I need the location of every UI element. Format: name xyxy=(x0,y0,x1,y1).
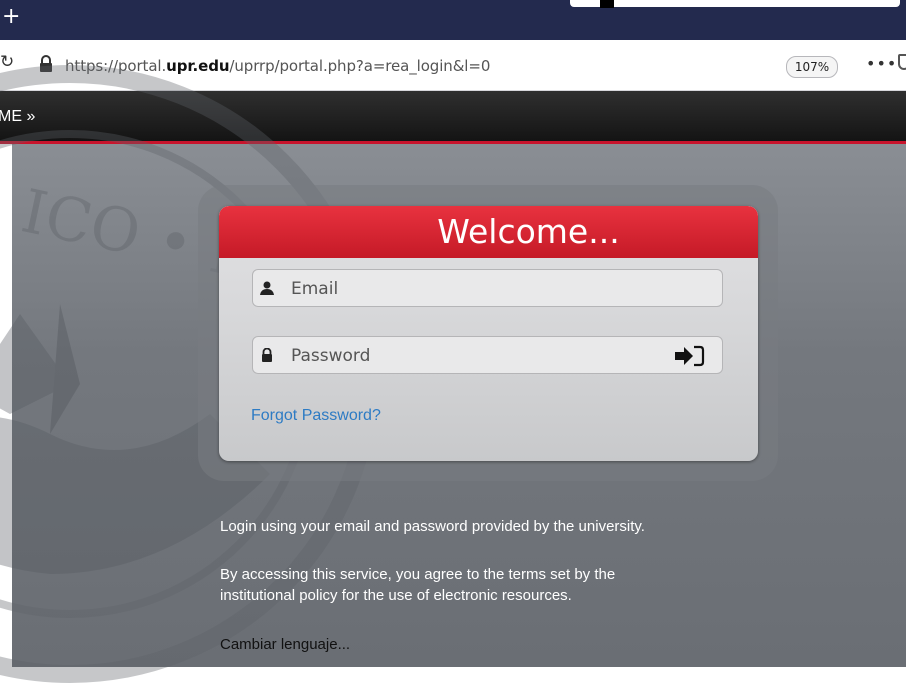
lock-icon xyxy=(262,348,272,362)
zoom-level-button[interactable]: 107% xyxy=(786,56,838,78)
sign-in-icon[interactable] xyxy=(674,345,706,367)
email-field[interactable]: Email xyxy=(252,269,723,307)
terms-notice: By accessing this service, you agree to … xyxy=(220,566,616,604)
tab-fragment xyxy=(600,0,614,8)
login-card: Welcome... Email Password Forgot Passwor… xyxy=(219,206,758,461)
page-actions-menu-icon[interactable]: ••• xyxy=(866,54,897,73)
active-tab-edge xyxy=(570,0,900,7)
login-card-header: Welcome... xyxy=(219,206,758,258)
browser-tab-strip: + xyxy=(0,0,906,40)
user-icon xyxy=(260,281,274,295)
password-placeholder: Password xyxy=(291,346,371,366)
forgot-password-link[interactable]: Forgot Password? xyxy=(251,407,381,425)
url-path: /uprrp/portal.php?a=rea_login&l=0 xyxy=(229,57,491,75)
pocket-icon[interactable] xyxy=(898,54,906,70)
welcome-title: Welcome... xyxy=(437,212,620,251)
change-language-link[interactable]: Cambiar lenguaje... xyxy=(220,636,350,653)
login-instructions: Login using your email and password prov… xyxy=(220,518,645,535)
password-field[interactable]: Password xyxy=(252,336,723,374)
new-tab-button[interactable]: + xyxy=(2,6,20,28)
email-placeholder: Email xyxy=(291,279,339,299)
